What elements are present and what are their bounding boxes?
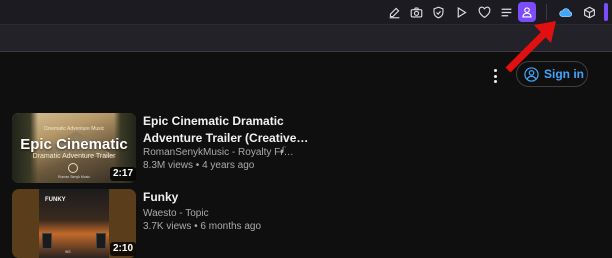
duration-badge: 2:17 [110, 167, 137, 181]
channel-logo-icon [68, 163, 78, 173]
channel-name[interactable]: Waesto - Topic [143, 207, 209, 220]
profile-icon[interactable] [518, 2, 536, 22]
channel-name[interactable]: RomanSenykMusic - Royalty Fr… [143, 146, 294, 159]
speaker-icon [42, 233, 52, 249]
cloud-icon[interactable] [556, 3, 574, 21]
sidebar-edge [604, 3, 608, 21]
camera-icon[interactable] [407, 3, 425, 21]
menu-icon[interactable] [497, 3, 515, 21]
video-title-line[interactable]: Epic Cinematic Dramatic [143, 113, 308, 130]
duration-badge: 2:10 [110, 242, 137, 256]
account-icon [524, 66, 539, 82]
toolbar-separator [546, 4, 547, 20]
secondary-bar [0, 25, 612, 52]
sign-in-button[interactable]: Sign in [516, 61, 588, 87]
edit-icon[interactable] [385, 3, 403, 21]
thumbnail-title: Epic Cinematic [20, 136, 128, 153]
sign-in-label: Sign in [544, 67, 584, 81]
thumbnail-subtitle: Dramatic Adventure Trailer [32, 153, 116, 160]
play-icon[interactable] [452, 3, 470, 21]
speaker-icon [96, 233, 106, 249]
thumbnail-title: FUNKY [45, 197, 66, 203]
cube-icon[interactable] [580, 3, 598, 21]
thumbnail-caption: Cinematic Adventure Music [43, 126, 105, 132]
video-stats: 3.7K views • 6 months ago [143, 221, 262, 232]
heart-icon[interactable] [475, 3, 493, 21]
thumbnail-mark: WS [65, 250, 71, 254]
more-options-icon[interactable] [490, 68, 500, 84]
browser-toolbar [0, 0, 612, 25]
video-title[interactable]: Funky [143, 189, 178, 206]
video-title[interactable]: Epic Cinematic Dramatic Adventure Traile… [143, 113, 308, 147]
video-stats: 8.3M views • 4 years ago [143, 160, 255, 171]
music-note-icon [280, 146, 286, 154]
shield-icon[interactable] [429, 3, 447, 21]
